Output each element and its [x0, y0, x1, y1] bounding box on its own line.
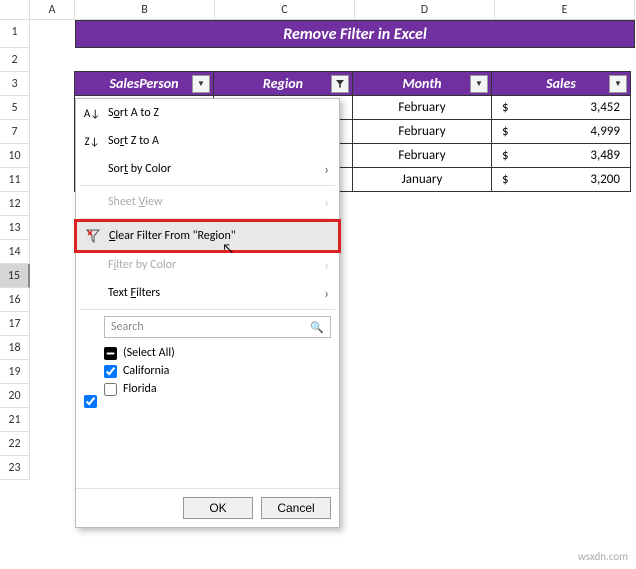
cancel-button[interactable]: Cancel	[261, 497, 331, 519]
checkbox[interactable]	[104, 383, 117, 396]
clear-filter-item[interactable]: Clear Filter From "Region"	[77, 222, 338, 250]
row-header[interactable]: 5	[0, 96, 30, 120]
header-salesperson: SalesPerson ▼	[74, 71, 214, 96]
sort-by-color-item[interactable]: Sort by Color	[76, 155, 339, 183]
checkbox-label: Florida	[123, 382, 157, 396]
sort-za-icon: Z↓	[84, 133, 100, 149]
master-checkbox[interactable]	[84, 395, 97, 408]
checkbox-label: California	[123, 364, 169, 378]
filter-dropdown-icon[interactable]: ▼	[609, 75, 627, 93]
cell-month[interactable]: February	[352, 119, 492, 144]
col-header-B[interactable]: B	[75, 0, 215, 19]
sort-za-item[interactable]: Z↓ Sort Z to A	[76, 127, 339, 155]
checkbox[interactable]	[104, 347, 117, 360]
row-header[interactable]: 16	[0, 288, 30, 312]
clear-filter-icon	[85, 228, 101, 244]
col-header-C[interactable]: C	[215, 0, 355, 19]
cell-sales[interactable]: $3,489	[491, 143, 631, 168]
menu-separator	[80, 185, 335, 186]
row-header[interactable]: 20	[0, 384, 30, 408]
filter-dropdown-icon[interactable]: ▼	[470, 75, 488, 93]
filter-context-menu: A↓ Sort A to Z Z↓ Sort Z to A Sort by Co…	[75, 98, 340, 528]
ok-button[interactable]: OK	[183, 497, 253, 519]
row-header[interactable]: 12	[0, 192, 30, 216]
select-all-corner[interactable]	[0, 0, 30, 19]
row-headers: 1 2 3 5 7 10 11 12 13 14 15 16 17 18 19 …	[0, 20, 30, 480]
cell-sales[interactable]: $3,200	[491, 167, 631, 192]
col-header-D[interactable]: D	[355, 0, 495, 19]
header-label: Sales	[546, 75, 576, 92]
row-header[interactable]: 1	[0, 20, 30, 48]
cell-sales[interactable]: $3,452	[491, 95, 631, 120]
row-header[interactable]: 3	[0, 72, 30, 96]
row-header[interactable]: 14	[0, 240, 30, 264]
filter-dropdown-icon[interactable]	[331, 75, 349, 93]
header-region: Region	[213, 71, 353, 96]
header-label: SalesPerson	[109, 75, 178, 92]
row-header[interactable]: 22	[0, 432, 30, 456]
watermark: wsxdn.com	[578, 550, 628, 563]
checkbox-label: (Select All)	[123, 346, 175, 360]
row-header[interactable]: 11	[0, 168, 30, 192]
header-label: Region	[263, 75, 303, 92]
filter-by-color-item: Filter by Color	[76, 251, 339, 279]
filter-value-item[interactable]: California	[104, 362, 331, 380]
row-header[interactable]: 18	[0, 336, 30, 360]
col-header-A[interactable]: A	[30, 0, 75, 19]
header-sales: Sales ▼	[491, 71, 631, 96]
row-header[interactable]: 10	[0, 144, 30, 168]
cell-sales[interactable]: $4,999	[491, 119, 631, 144]
sort-az-icon: A↓	[84, 105, 100, 121]
filter-values-list: (Select All) California Florida	[104, 344, 331, 398]
filter-value-item[interactable]: Florida	[104, 380, 331, 398]
search-input[interactable]: Search	[104, 316, 331, 338]
row-header[interactable]: 2	[0, 48, 30, 72]
row-header[interactable]: 15	[0, 264, 30, 288]
title-banner: Remove Filter in Excel	[75, 20, 635, 48]
row-header[interactable]: 7	[0, 120, 30, 144]
header-label: Month	[402, 75, 441, 92]
row-header[interactable]: 17	[0, 312, 30, 336]
col-header-E[interactable]: E	[495, 0, 635, 19]
text-filters-item[interactable]: Text Filters	[76, 279, 339, 307]
row-header[interactable]: 13	[0, 216, 30, 240]
row-header[interactable]: 21	[0, 408, 30, 432]
row-header[interactable]: 19	[0, 360, 30, 384]
cell-month[interactable]: January	[352, 167, 492, 192]
sheet-view-item: Sheet View	[76, 188, 339, 216]
button-row: OK Cancel	[76, 488, 339, 527]
column-headers-row: A B C D E	[0, 0, 636, 20]
sort-az-item[interactable]: A↓ Sort A to Z	[76, 99, 339, 127]
menu-separator	[80, 309, 335, 310]
row-header[interactable]: 23	[0, 456, 30, 480]
cell-month[interactable]: February	[352, 143, 492, 168]
cell-month[interactable]: February	[352, 95, 492, 120]
header-month: Month ▼	[352, 71, 492, 96]
select-all-item[interactable]: (Select All)	[104, 344, 331, 362]
filter-dropdown-icon[interactable]: ▼	[192, 75, 210, 93]
checkbox[interactable]	[104, 365, 117, 378]
